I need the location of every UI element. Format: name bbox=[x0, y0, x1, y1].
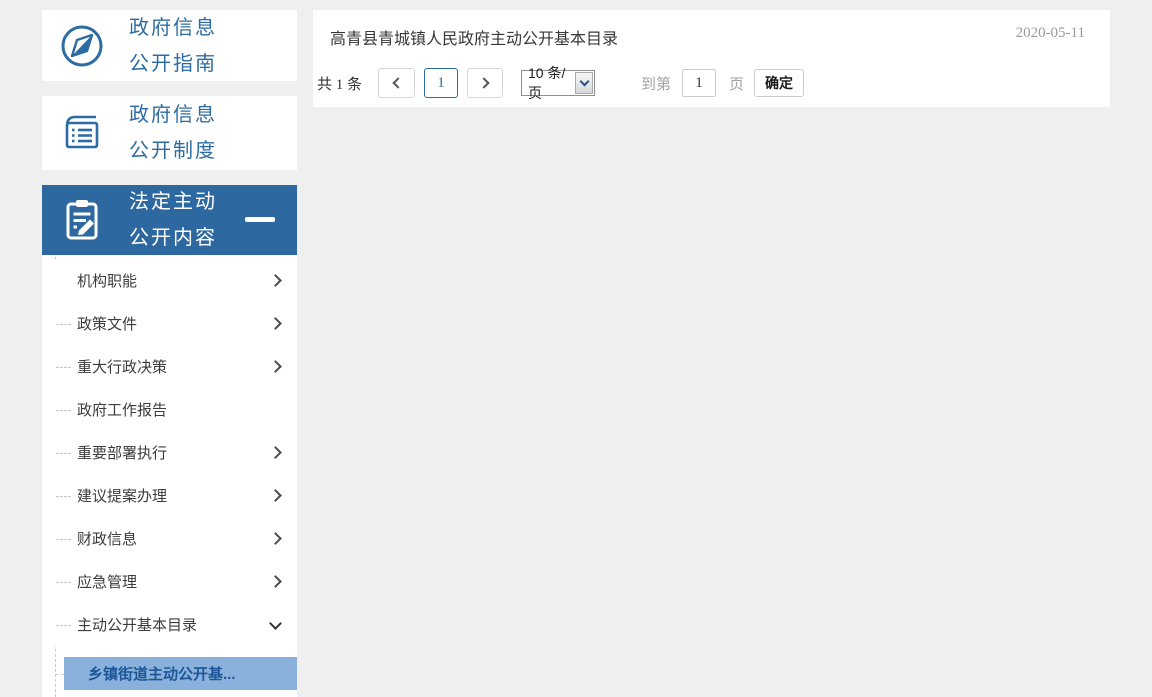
tree-connector bbox=[56, 366, 71, 368]
goto-page-input[interactable] bbox=[682, 69, 717, 97]
compass-icon bbox=[59, 23, 105, 69]
tree-connector bbox=[56, 495, 71, 497]
chevron-right-icon bbox=[269, 317, 282, 330]
goto-page-unit: 页 bbox=[729, 75, 745, 93]
submenu-item-label: 财政信息 bbox=[77, 531, 138, 548]
sidebar-submenu-item[interactable]: 主动公开基本目录 bbox=[42, 603, 297, 646]
sidebar-item-statutory-active[interactable]: 法定主动 公开内容 bbox=[42, 185, 297, 255]
ledger-icon bbox=[59, 110, 105, 156]
submenu-item-label: 重要部署执行 bbox=[77, 445, 168, 462]
sidebar-submenu-item[interactable]: 政策文件 bbox=[42, 302, 297, 345]
submenu-child-active[interactable]: 乡镇街道主动公开基... bbox=[55, 657, 297, 690]
list-item-title[interactable]: 高青县青城镇人民政府主动公开基本目录 bbox=[330, 25, 618, 49]
sidebar-submenu-item[interactable]: 应急管理 bbox=[42, 560, 297, 603]
chevron-right-icon bbox=[269, 532, 282, 545]
submenu-item-label: 政策文件 bbox=[77, 316, 138, 333]
tree-connector bbox=[56, 323, 71, 325]
chevron-down-icon bbox=[579, 76, 590, 87]
submenu-item-label: 主动公开基本目录 bbox=[77, 617, 198, 634]
chevron-right-icon bbox=[269, 274, 282, 287]
submenu-item-label: 重大行政决策 bbox=[77, 359, 168, 376]
content-panel: 高青县青城镇人民政府主动公开基本目录 2020-05-11 共 1 条 1 10… bbox=[313, 10, 1110, 107]
tree-connector bbox=[56, 409, 71, 411]
pagination-total: 共 1 条 bbox=[317, 76, 363, 93]
submenu-item-label: 机构职能 bbox=[77, 273, 138, 290]
sidebar-item-label: 政府信息 公开制度 bbox=[129, 104, 217, 162]
list-item-date: 2020-05-11 bbox=[1015, 25, 1085, 41]
sidebar-submenu-item[interactable]: 政府工作报告 bbox=[42, 388, 297, 431]
next-page-button[interactable] bbox=[467, 68, 504, 98]
sidebar-submenu-item[interactable]: 建议提案办理 bbox=[42, 474, 297, 517]
sidebar-item-label: 政府信息 公开指南 bbox=[129, 16, 217, 75]
chevron-right-icon bbox=[477, 77, 490, 89]
chevron-right-icon bbox=[269, 575, 282, 588]
sidebar-submenu-item[interactable]: 重要部署执行 bbox=[42, 431, 297, 474]
tree-connector bbox=[56, 581, 71, 583]
goto-page-label: 到第 bbox=[641, 75, 672, 93]
dropdown-arrow-icon[interactable] bbox=[575, 72, 594, 94]
current-page-button[interactable]: 1 bbox=[424, 68, 459, 98]
submenu-child-label: 乡镇街道主动公开基... bbox=[88, 666, 236, 683]
prev-page-button[interactable] bbox=[378, 68, 416, 98]
sidebar-submenu: 机构职能 政策文件 重大行政决策 政府工作报告 重要部署执行 建议提案办理 财政… bbox=[42, 255, 297, 697]
submenu-item-label: 应急管理 bbox=[77, 574, 138, 591]
tree-connector bbox=[56, 452, 71, 454]
list-item: 高青县青城镇人民政府主动公开基本目录 2020-05-11 bbox=[313, 10, 1110, 49]
submenu-items: 机构职能 政策文件 重大行政决策 政府工作报告 重要部署执行 建议提案办理 财政… bbox=[42, 255, 297, 646]
chevron-down-icon bbox=[269, 617, 282, 630]
sidebar-submenu-item[interactable]: 重大行政决策 bbox=[42, 345, 297, 388]
tree-connector bbox=[56, 538, 71, 540]
minus-icon[interactable] bbox=[245, 217, 275, 222]
page-size-select[interactable]: 10 条/页 bbox=[521, 65, 596, 101]
page-size-value: 10 条/页 bbox=[528, 65, 566, 101]
chevron-right-icon bbox=[269, 446, 282, 459]
clipboard-pencil-icon bbox=[59, 197, 105, 243]
sidebar: 政府信息 公开指南 政府信息 公开制度 法定主动 公开内容 机构职能 政策文件 … bbox=[42, 0, 297, 697]
chevron-right-icon bbox=[269, 489, 282, 502]
sidebar-submenu-item[interactable]: 财政信息 bbox=[42, 517, 297, 560]
sidebar-item-label: 法定主动 公开内容 bbox=[129, 191, 217, 249]
submenu-item-label: 政府工作报告 bbox=[77, 402, 168, 419]
submenu-item-label: 建议提案办理 bbox=[77, 488, 168, 505]
tree-connector bbox=[56, 624, 71, 626]
sidebar-item-guide[interactable]: 政府信息 公开指南 bbox=[42, 10, 297, 81]
sidebar-submenu-item[interactable]: 机构职能 bbox=[42, 259, 297, 302]
pagination-bar: 共 1 条 1 10 条/页 到第 页 确定 bbox=[313, 65, 1110, 101]
sidebar-item-institution[interactable]: 政府信息 公开制度 bbox=[42, 96, 297, 170]
confirm-button[interactable]: 确定 bbox=[754, 69, 805, 97]
chevron-right-icon bbox=[269, 360, 282, 373]
chevron-left-icon bbox=[392, 77, 404, 89]
